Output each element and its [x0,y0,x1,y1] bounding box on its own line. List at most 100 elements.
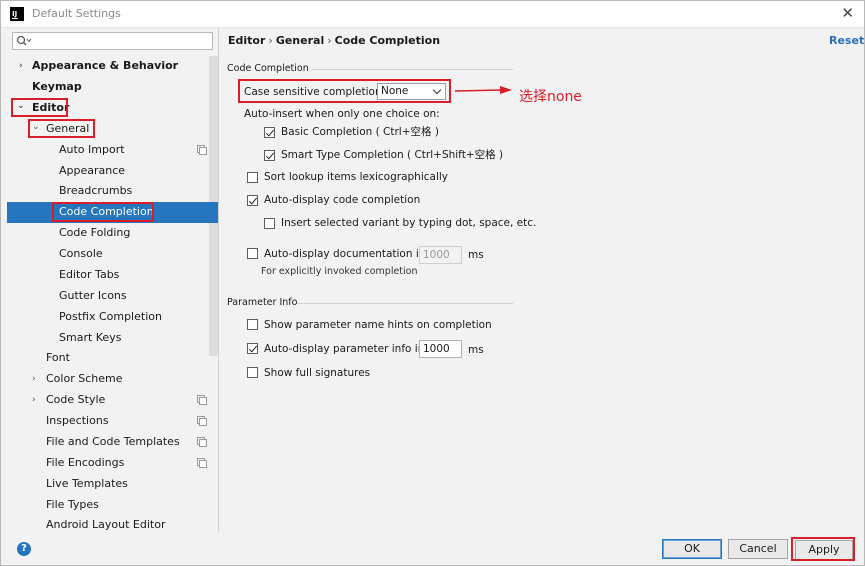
project-scope-icon [197,416,207,426]
explicit-completion-note: For explicitly invoked completion [261,266,418,277]
tree-item-label: Editor Tabs [59,268,120,281]
tree-item-label: Color Scheme [46,372,123,385]
breadcrumb-editor: Editor [228,34,266,47]
tree-item-appearance[interactable]: Appearance [59,161,125,181]
show-full-signatures-checkbox[interactable] [247,367,258,378]
case-sensitive-value: None [381,85,409,97]
tree-item-gutter-icons[interactable]: Gutter Icons [59,286,127,306]
tree-item-postfix-completion[interactable]: Postfix Completion [59,307,162,327]
tree-item-live-templates[interactable]: Live Templates [46,474,128,494]
tree-item-label: File Encodings [46,456,125,469]
section-divider [297,303,513,304]
tree-item-label: Android Layout Editor [46,518,166,531]
auto-display-param-checkbox[interactable] [247,343,258,354]
tree-item-font[interactable]: Font [46,348,70,368]
search-icon [16,35,32,47]
chevron-down-icon[interactable]: ⌄ [32,117,40,137]
app-logo-icon: IJ [10,7,24,21]
tree-item-label: Postfix Completion [59,310,162,323]
sort-lexicographically-checkbox[interactable] [247,172,258,183]
tree-item-label: File Types [46,498,99,511]
show-hints-label: Show parameter name hints on completion [264,319,492,331]
breadcrumb: Editor › General › Code Completion [228,34,440,47]
tree-item-editor-tabs[interactable]: Editor Tabs [59,265,119,285]
case-sensitive-select[interactable]: None [377,83,446,100]
basic-completion-checkbox[interactable] [264,127,275,138]
smart-type-completion-checkbox[interactable] [264,150,275,161]
tree-item-auto-import[interactable]: Auto Import [59,140,209,160]
tree-item-breadcrumbs[interactable]: Breadcrumbs [59,181,132,201]
breadcrumb-general: General [275,34,325,47]
chevron-down-icon[interactable]: ⌄ [17,96,25,116]
insert-variant-checkbox[interactable] [264,218,275,229]
tree-item-label: Live Templates [46,477,128,490]
project-scope-icon [197,145,207,155]
param-delay-unit: ms [468,344,484,356]
tree-item-file-encodings[interactable]: File Encodings [46,453,209,473]
tree-item-label: Inspections [46,414,109,427]
breadcrumb-separator: › [268,34,273,47]
show-hints-checkbox[interactable] [247,319,258,330]
title-bar: IJ Default Settings ✕ [1,1,864,28]
basic-completion-label: Basic Completion ( Ctrl+空格 ) [281,126,439,138]
tree-item-label: Appearance [59,164,126,177]
tree-item-label: Console [59,247,103,260]
settings-window: IJ Default Settings ✕ › Appearance & Beh… [0,0,865,566]
tree-item-label: Code Style [46,393,106,406]
case-sensitive-label: Case sensitive completion: [244,86,386,98]
tree-item-label: Gutter Icons [59,289,127,302]
chevron-right-icon[interactable]: › [32,369,36,389]
sort-lexicographically-label: Sort lookup items lexicographically [264,171,449,183]
help-icon[interactable]: ? [17,542,31,556]
tree-item-label: General [46,122,90,135]
section-divider [311,69,513,70]
chevron-right-icon[interactable]: › [32,390,36,410]
tree-item-label: Code Folding [59,226,131,239]
annotation-text: 选择none [519,89,582,105]
doc-delay-input[interactable]: 1000 [419,246,462,264]
project-scope-icon [197,437,207,447]
tree-item-inspections[interactable]: Inspections [46,411,209,431]
apply-button[interactable]: Apply [795,540,853,560]
smart-type-completion-label: Smart Type Completion ( Ctrl+Shift+空格 ) [281,149,504,161]
tree-item-code-style[interactable]: › Code Style [32,390,209,410]
section-title-parameter-info: Parameter Info [227,297,298,308]
tree-item-keymap[interactable]: Keymap [32,77,82,97]
doc-delay-unit: ms [468,249,484,261]
tree-item-label: Editor [32,101,70,114]
auto-display-doc-label: Auto-display documentation in [264,248,426,260]
auto-insert-label: Auto-insert when only one choice on: [244,108,440,120]
tree-item-label: File and Code Templates [46,435,180,448]
tree-item-label: Breadcrumbs [59,184,133,197]
chevron-down-icon [432,85,442,95]
cancel-button[interactable]: Cancel [728,539,788,559]
project-scope-icon [197,395,207,405]
annotation-arrow-icon [454,86,512,94]
settings-search[interactable] [12,32,213,50]
tree-item-code-completion[interactable]: Code Completion [59,202,154,222]
breadcrumb-code-completion: Code Completion [334,34,441,47]
tree-item-console[interactable]: Console [59,244,103,264]
tree-item-label: Auto Import [59,143,125,156]
breadcrumb-separator: › [327,34,332,47]
window-title: Default Settings [32,7,121,20]
param-delay-input[interactable]: 1000 [419,340,462,358]
auto-display-completion-checkbox[interactable] [247,195,258,206]
tree-item-label: Code Completion [59,205,154,218]
close-icon[interactable]: ✕ [841,4,854,22]
insert-variant-label: Insert selected variant by typing dot, s… [281,217,537,229]
auto-display-doc-checkbox[interactable] [247,248,258,259]
ok-button[interactable]: OK [662,539,722,559]
chevron-right-icon[interactable]: › [19,56,23,76]
tree-item-label: Smart Keys [59,331,122,344]
search-input[interactable] [35,34,210,48]
tree-item-file-types[interactable]: File Types [46,495,99,515]
reset-link[interactable]: Reset [829,34,864,47]
show-full-signatures-label: Show full signatures [264,367,371,379]
tree-item-android-layout-editor[interactable]: Android Layout Editor [46,515,165,535]
project-scope-icon [197,458,207,468]
tree-item-code-folding[interactable]: Code Folding [59,223,130,243]
tree-item-file-code-templates[interactable]: File and Code Templates [46,432,209,452]
section-title-code-completion: Code Completion [227,63,309,74]
tree-item-smart-keys[interactable]: Smart Keys [59,328,121,348]
